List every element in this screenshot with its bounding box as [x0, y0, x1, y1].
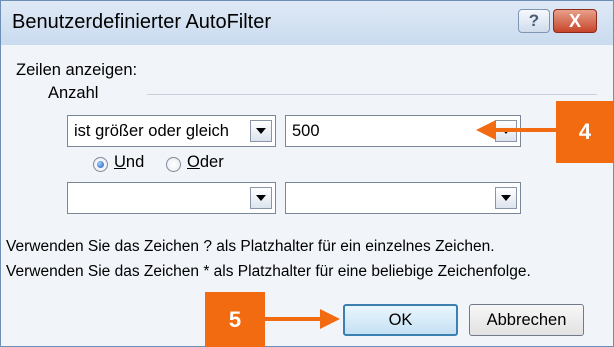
arrow-to-ok-button: [265, 309, 340, 329]
step-4-badge: 4: [556, 101, 614, 163]
arrow-to-value-field: [476, 120, 556, 140]
step-5-badge: 5: [205, 292, 265, 347]
annotation-arrows: [265, 120, 556, 329]
